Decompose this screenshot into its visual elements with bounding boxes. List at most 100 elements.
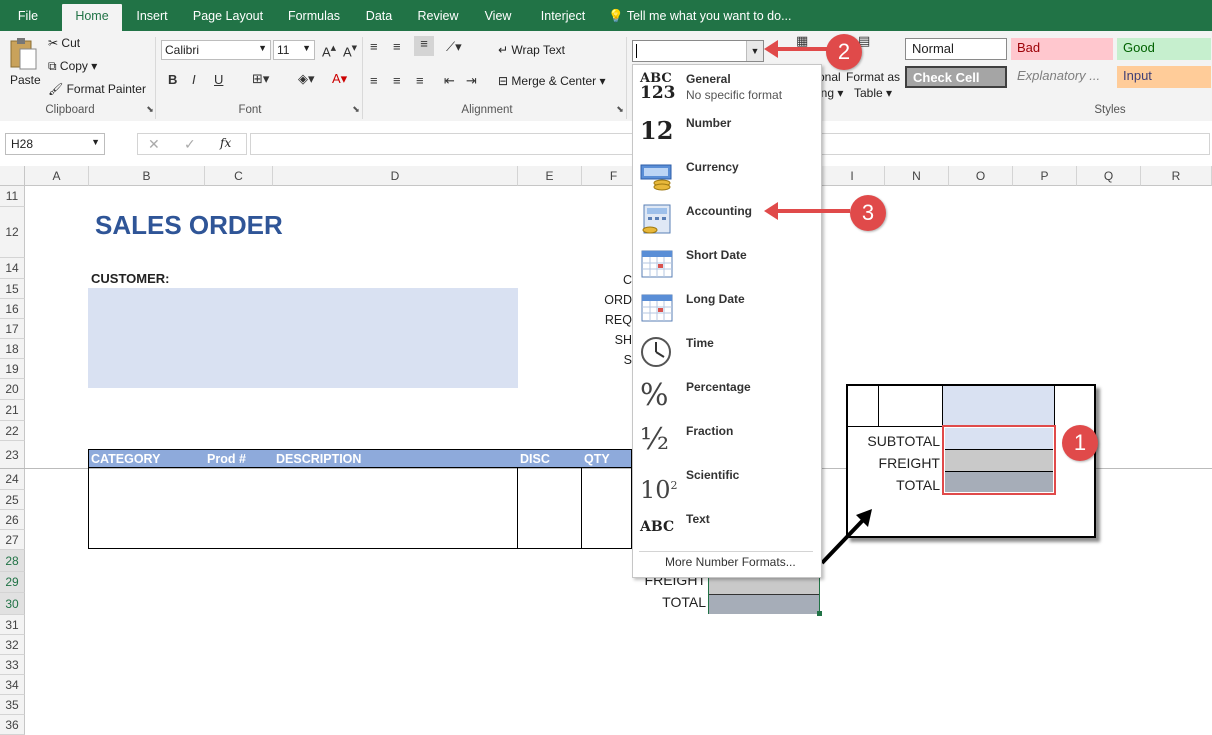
name-box[interactable]: H28 ▼ (5, 133, 105, 155)
format-painter-button[interactable]: 🖌 Format Painter (48, 82, 146, 96)
cut-button[interactable]: ✂ Cut (48, 36, 80, 50)
column-header[interactable]: A (25, 166, 89, 186)
row-header[interactable]: 15 (0, 279, 25, 299)
align-top-icon[interactable]: ≡ (370, 39, 378, 54)
row-header[interactable]: 16 (0, 299, 25, 319)
more-number-formats-link[interactable]: More Number Formats... (665, 555, 796, 569)
row-header[interactable]: 26 (0, 510, 25, 530)
insert-function-button[interactable]: fx (220, 136, 231, 150)
style-good[interactable]: Good (1117, 38, 1211, 60)
tab-data[interactable]: Data (360, 0, 398, 31)
column-header[interactable]: N (885, 166, 949, 186)
format-option-number[interactable]: 12 Number (633, 109, 819, 153)
dialog-launcher-icon[interactable]: ⬊ (144, 104, 156, 115)
style-normal[interactable]: Normal (905, 38, 1007, 60)
row-header[interactable]: 30 (0, 593, 25, 615)
tab-insert[interactable]: Insert (130, 0, 174, 31)
format-option-fraction[interactable]: ½ Fraction (633, 417, 819, 461)
decrease-indent-icon[interactable]: ⇤ (444, 73, 455, 89)
customer-input-area[interactable] (88, 288, 518, 388)
tab-home[interactable]: Home (62, 4, 122, 31)
row-header[interactable]: 23 (0, 441, 25, 469)
tell-me-search[interactable]: 💡 Tell me what you want to do... (608, 0, 808, 31)
row-header[interactable]: 14 (0, 258, 25, 279)
row-header[interactable]: 35 (0, 695, 25, 715)
merge-center-button[interactable]: ⊟ Merge & Center ▾ (498, 74, 605, 88)
orientation-icon[interactable]: ⟋▾ (446, 39, 462, 55)
column-header[interactable]: O (949, 166, 1013, 186)
style-input[interactable]: Input (1117, 66, 1211, 88)
align-bottom-icon[interactable]: ≡ (414, 36, 434, 56)
format-option-long-date[interactable]: Long Date (633, 285, 819, 329)
check-icon[interactable]: ✓ (184, 136, 196, 153)
row-header[interactable]: 12 (0, 207, 25, 258)
row-header[interactable]: 25 (0, 490, 25, 510)
number-format-select[interactable]: ▼ (632, 40, 764, 62)
column-header[interactable]: B (89, 166, 205, 186)
style-bad[interactable]: Bad (1011, 38, 1113, 60)
style-explanatory[interactable]: Explanatory ... (1011, 66, 1113, 88)
tab-interject[interactable]: Interject (532, 0, 594, 31)
row-header[interactable]: 11 (0, 186, 25, 207)
column-header[interactable]: C (205, 166, 273, 186)
format-option-short-date[interactable]: Short Date (633, 241, 819, 285)
font-color-icon[interactable]: A▾ (332, 71, 347, 87)
row-header[interactable]: 34 (0, 675, 25, 695)
decrease-font-icon[interactable]: A▾ (343, 41, 357, 59)
column-header[interactable]: E (518, 166, 582, 186)
fill-handle[interactable] (817, 611, 822, 616)
format-option-scientific[interactable]: 102 Scientific (633, 461, 819, 505)
tab-review[interactable]: Review (412, 0, 464, 31)
bold-button[interactable]: B (168, 72, 177, 87)
align-middle-icon[interactable]: ≡ (393, 39, 401, 54)
font-name-select[interactable]: Calibri ▼ (161, 40, 271, 60)
borders-icon[interactable]: ⊞▾ (252, 71, 269, 87)
increase-font-icon[interactable]: A▴ (322, 41, 336, 59)
row-header[interactable]: 33 (0, 655, 25, 675)
row-header[interactable]: 36 (0, 715, 25, 735)
wrap-text-button[interactable]: ↵ Wrap Text (498, 43, 565, 57)
cancel-icon[interactable]: ✕ (148, 136, 160, 153)
format-option-percentage[interactable]: % Percentage (633, 373, 819, 417)
underline-button[interactable]: U (214, 72, 223, 87)
increase-indent-icon[interactable]: ⇥ (466, 73, 477, 89)
tab-page-layout[interactable]: Page Layout (188, 0, 268, 31)
row-header[interactable]: 19 (0, 359, 25, 379)
font-size-select[interactable]: 11 ▼ (273, 40, 315, 60)
tab-formulas[interactable]: Formulas (282, 0, 346, 31)
row-header[interactable]: 29 (0, 572, 25, 593)
format-as-table-button[interactable]: Table ▾ (854, 86, 892, 100)
tab-file[interactable]: File (8, 0, 48, 31)
align-center-icon[interactable]: ≡ (393, 73, 401, 88)
align-left-icon[interactable]: ≡ (370, 73, 378, 88)
align-right-icon[interactable]: ≡ (416, 73, 424, 88)
dialog-launcher-icon[interactable]: ⬊ (614, 104, 626, 115)
dialog-launcher-icon[interactable]: ⬊ (350, 104, 362, 115)
row-header[interactable]: 20 (0, 379, 25, 400)
paste-button[interactable]: Paste (8, 37, 42, 99)
row-header[interactable]: 31 (0, 615, 25, 635)
format-option-text[interactable]: ABC Text (633, 505, 819, 549)
row-header[interactable]: 24 (0, 469, 25, 490)
column-header[interactable]: Q (1077, 166, 1141, 186)
select-all-corner[interactable] (0, 166, 25, 186)
chevron-down-icon[interactable]: ▼ (746, 41, 763, 61)
column-header[interactable]: D (273, 166, 518, 186)
format-option-general[interactable]: ABC 123 General No specific format (633, 65, 819, 109)
row-header[interactable]: 22 (0, 421, 25, 441)
tab-view[interactable]: View (478, 0, 518, 31)
column-header[interactable]: I (820, 166, 885, 186)
order-table-body[interactable] (88, 468, 632, 549)
row-header[interactable]: 32 (0, 635, 25, 655)
row-header[interactable]: 28 (0, 550, 25, 572)
copy-button[interactable]: ⧉ Copy ▾ (48, 59, 97, 74)
row-header[interactable]: 27 (0, 530, 25, 550)
format-option-currency[interactable]: Currency (633, 153, 819, 197)
format-option-time[interactable]: Time (633, 329, 819, 373)
italic-button[interactable]: I (192, 72, 196, 87)
column-header[interactable]: P (1013, 166, 1077, 186)
total-cell[interactable] (709, 595, 819, 614)
row-header[interactable]: 18 (0, 339, 25, 359)
row-header[interactable]: 17 (0, 319, 25, 339)
column-header[interactable]: R (1141, 166, 1212, 186)
